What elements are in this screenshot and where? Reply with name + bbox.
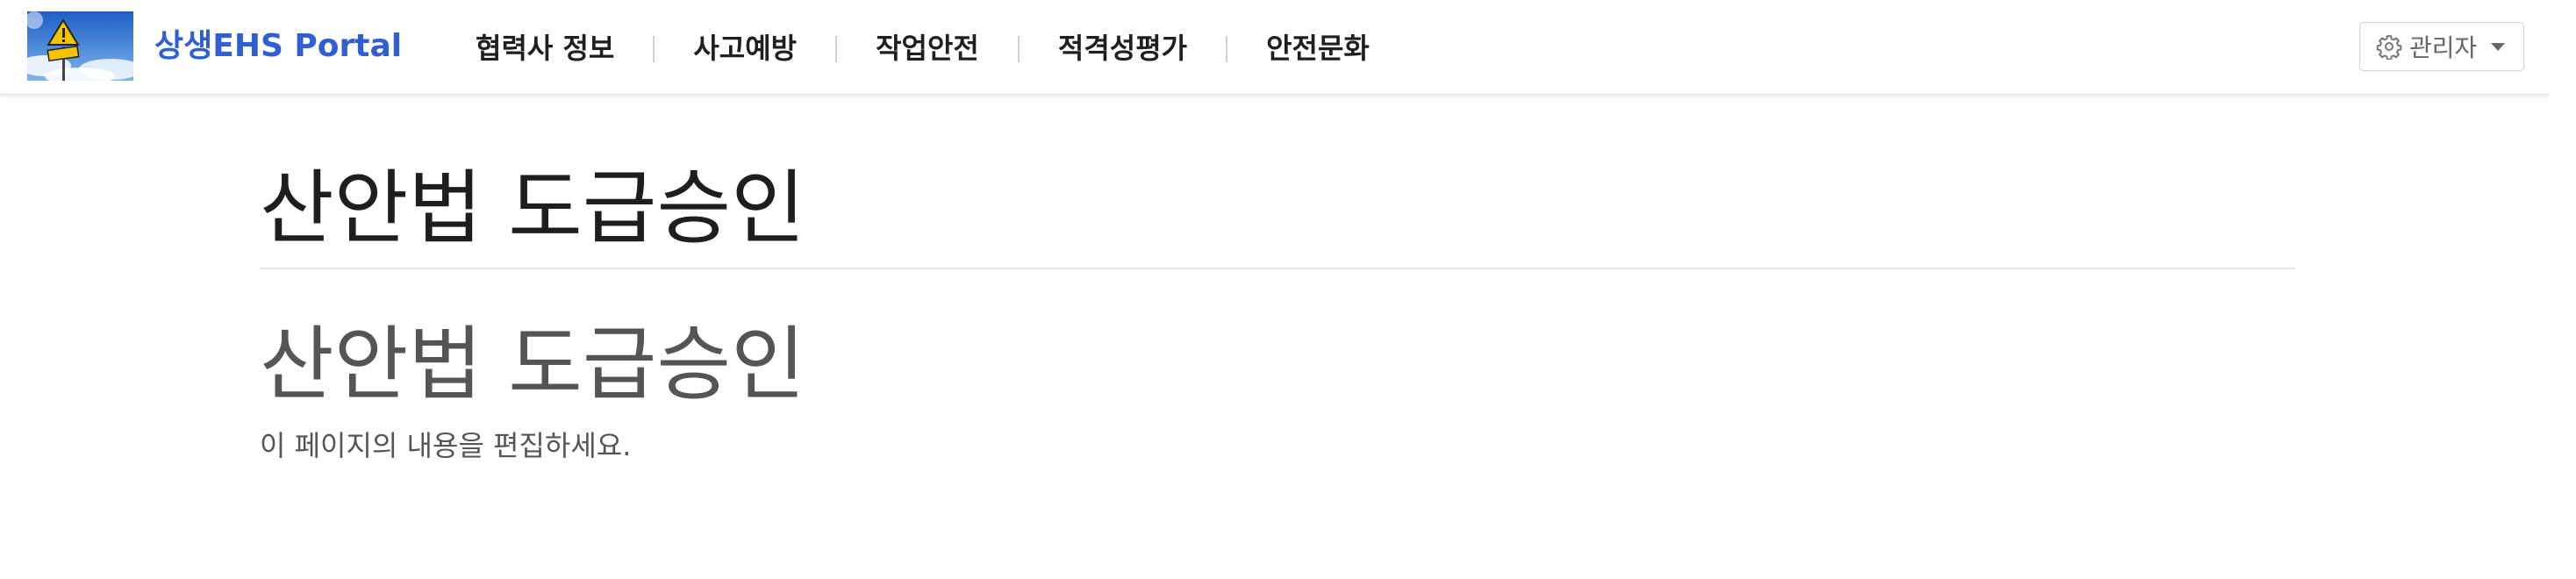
title-divider [260, 268, 2295, 269]
logo-icon[interactable] [27, 11, 133, 81]
brand-title[interactable]: 상생EHS Portal [154, 26, 402, 67]
gear-icon [2376, 33, 2402, 61]
nav-item-partner-info[interactable]: 협력사 정보 [449, 26, 640, 67]
nav-divider [653, 36, 655, 62]
vertical-scrollbar[interactable] [2550, 94, 2576, 579]
nav-item-accident-prevention[interactable]: 사고예방 [667, 26, 823, 67]
nav-item-qualification-evaluation[interactable]: 적격성평가 [1032, 26, 1213, 67]
admin-label: 관리자 [2409, 33, 2478, 62]
nav-item-safety-culture[interactable]: 안전문화 [1240, 26, 1396, 67]
nav-divider [1017, 36, 1020, 62]
page-title: 산안법 도급승인 [260, 161, 805, 255]
caret-down-icon [2491, 42, 2506, 51]
nav-item-work-safety[interactable]: 작업안전 [849, 26, 1005, 67]
nav-divider [1226, 36, 1228, 62]
content-text: 이 페이지의 내용을 편집하세요. [260, 429, 632, 462]
nav-divider [835, 36, 838, 62]
content-heading: 산안법 도급승인 [260, 318, 805, 411]
top-header: 상생EHS Portal 협력사 정보 사고예방 작업안전 적격성평가 안전문화… [0, 0, 2576, 95]
admin-menu-button[interactable]: 관리자 [2359, 22, 2524, 71]
main-nav: 협력사 정보 사고예방 작업안전 적격성평가 안전문화 [449, 25, 1396, 68]
